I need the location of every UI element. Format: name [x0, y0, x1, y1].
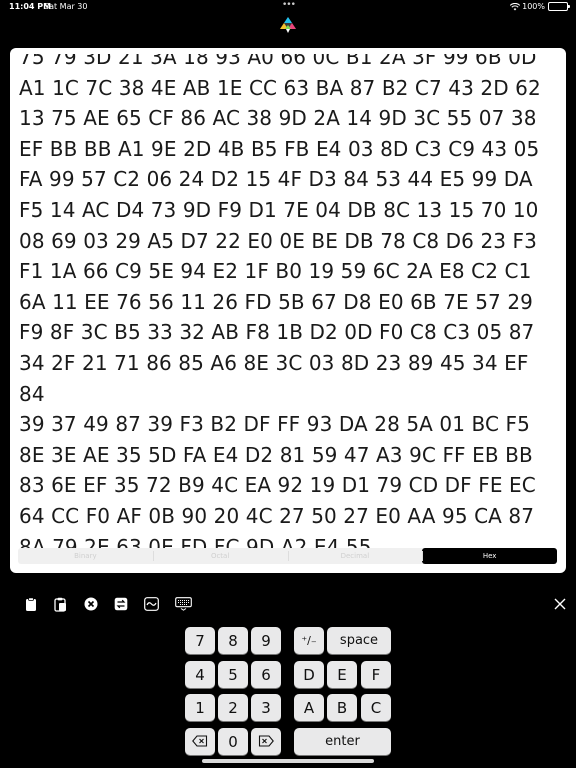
- key-6[interactable]: 6: [251, 661, 281, 688]
- key-2[interactable]: 2: [218, 694, 248, 721]
- key-d[interactable]: D: [294, 661, 324, 688]
- key-a[interactable]: A: [294, 694, 324, 721]
- wifi-icon: [509, 2, 521, 11]
- convert-icon[interactable]: [113, 596, 129, 612]
- status-date: Sat Mar 30: [44, 2, 88, 11]
- close-icon[interactable]: [552, 596, 568, 612]
- sign-key[interactable]: ⁺∕₋: [294, 627, 324, 654]
- forward-delete-key[interactable]: [251, 728, 281, 755]
- key-0[interactable]: 0: [218, 728, 248, 755]
- forward-delete-icon: [258, 733, 274, 751]
- hex-text-area[interactable]: 75 79 3D 21 3A 18 93 A0 66 0C B1 2A 3F 9…: [19, 54, 559, 573]
- enter-key[interactable]: enter: [294, 728, 391, 755]
- wave-icon[interactable]: [143, 596, 159, 612]
- text-panel: 75 79 3D 21 3A 18 93 A0 66 0C B1 2A 3F 9…: [10, 48, 566, 573]
- status-bar: 11:04 PM Sat Mar 30 ••• 100%: [0, 0, 576, 14]
- space-key[interactable]: space: [327, 627, 391, 654]
- key-1[interactable]: 1: [185, 694, 215, 721]
- backspace-key[interactable]: [185, 728, 215, 755]
- format-tab-octal[interactable]: Octal: [152, 548, 288, 564]
- key-5[interactable]: 5: [218, 661, 248, 688]
- status-right: 100%: [509, 2, 570, 11]
- key-8[interactable]: 8: [218, 627, 248, 654]
- home-indicator[interactable]: [202, 759, 374, 763]
- key-9[interactable]: 9: [251, 627, 281, 654]
- paste-icon[interactable]: [52, 596, 68, 612]
- backspace-icon: [192, 733, 208, 751]
- key-3[interactable]: 3: [251, 694, 281, 721]
- format-tab-binary[interactable]: Binary: [18, 548, 153, 564]
- format-tab-decimal[interactable]: Decimal: [287, 548, 423, 564]
- format-tab-hex[interactable]: Hex: [422, 548, 557, 564]
- multitasking-dots[interactable]: •••: [282, 0, 296, 10]
- battery-percent: 100%: [522, 2, 545, 11]
- key-f[interactable]: F: [361, 661, 391, 688]
- key-b[interactable]: B: [327, 694, 357, 721]
- app-logo-icon: [278, 14, 298, 34]
- battery-icon: [548, 2, 570, 11]
- key-e[interactable]: E: [327, 661, 357, 688]
- keyboard-icon[interactable]: [174, 596, 192, 612]
- key-7[interactable]: 7: [185, 627, 215, 654]
- format-segmented-control: Binary Octal Decimal Hex: [18, 548, 557, 564]
- key-c[interactable]: C: [361, 694, 391, 721]
- clipboard-icon[interactable]: [23, 596, 39, 612]
- keyboard-toolbar: [0, 594, 576, 616]
- clear-icon[interactable]: [83, 596, 99, 612]
- hex-text-content: 75 79 3D 21 3A 18 93 A0 66 0C B1 2A 3F 9…: [19, 54, 541, 559]
- key-4[interactable]: 4: [185, 661, 215, 688]
